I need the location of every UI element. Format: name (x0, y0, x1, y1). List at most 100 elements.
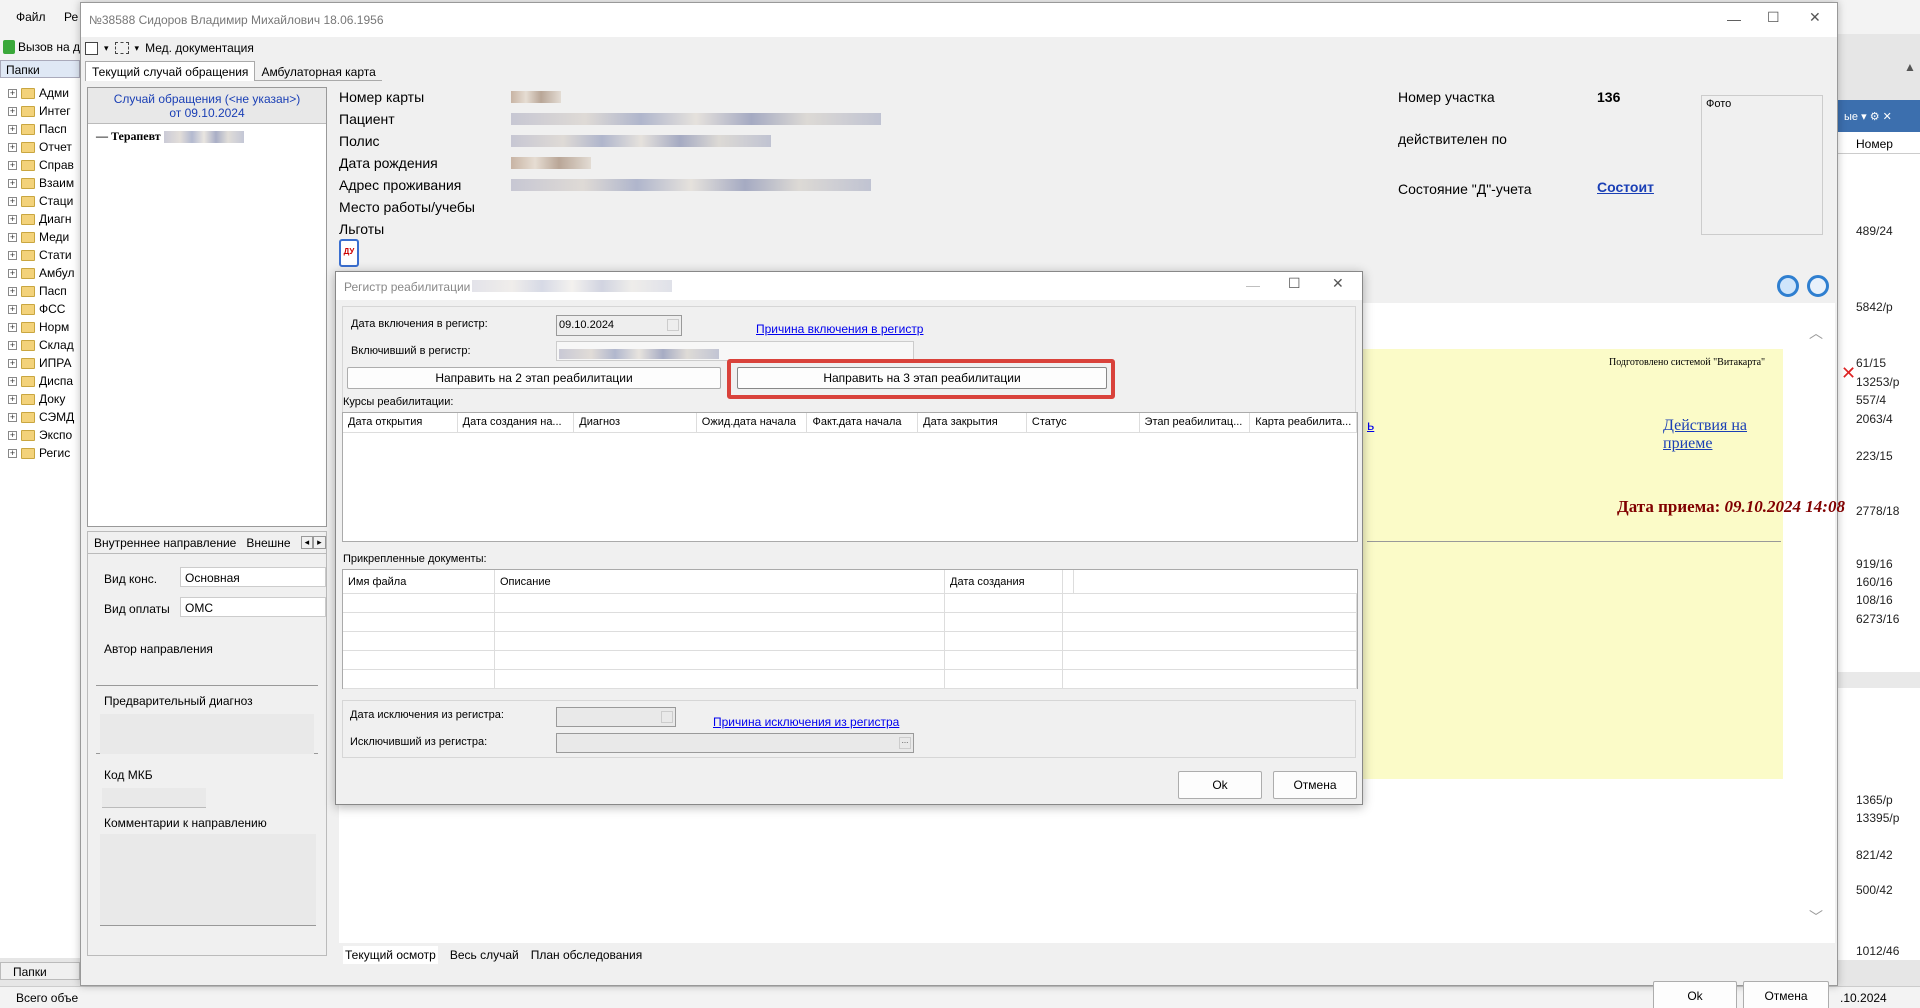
list-item[interactable]: 5842/р (1856, 300, 1893, 314)
list-item[interactable]: 2063/4 (1856, 412, 1893, 426)
table-row[interactable] (343, 632, 1357, 651)
column-header[interactable]: Этап реабилитац... (1140, 413, 1251, 432)
tree-item[interactable]: + Амбул (8, 264, 80, 282)
tab-exam-plan[interactable]: План обследования (531, 948, 643, 962)
include-date-field[interactable]: 09.10.2024 (556, 315, 682, 336)
menu-file[interactable]: Файл (16, 10, 46, 24)
tab-outpatient-card[interactable]: Амбулаторная карта (255, 61, 382, 81)
tree-item[interactable]: + ИПРА (8, 354, 80, 372)
maximize-icon[interactable]: ☐ (1288, 275, 1301, 292)
column-header[interactable]: Дата создания на... (458, 413, 575, 432)
column-header[interactable]: Имя файла (343, 570, 495, 593)
close-icon[interactable]: ✕ (1332, 275, 1344, 292)
tab-current-case[interactable]: Текущий случай обращения (85, 61, 256, 81)
included-by-field[interactable] (556, 341, 914, 361)
list-item[interactable]: 108/16 (1856, 593, 1893, 607)
tab-current-exam[interactable]: Текущий осмотр (343, 946, 438, 964)
call-button[interactable]: Вызов на д (18, 40, 80, 54)
table-row[interactable] (343, 613, 1357, 632)
list-item[interactable]: 160/16 (1856, 575, 1893, 589)
tree-item[interactable]: + Адми (8, 84, 80, 102)
close-x-icon[interactable]: ✕ (1841, 363, 1856, 384)
zoom-in-icon[interactable] (1777, 275, 1799, 297)
tab-whole-case[interactable]: Весь случай (450, 948, 519, 962)
tree-item[interactable]: + Склад (8, 336, 80, 354)
stage3-button[interactable]: Направить на 3 этап реабилитации (737, 367, 1107, 389)
tree-item[interactable]: + Интег (8, 102, 80, 120)
expand-icon[interactable]: + (8, 448, 17, 458)
list-item[interactable]: 919/16 (1856, 557, 1893, 571)
dialog-ok-button[interactable]: Ok (1178, 771, 1262, 799)
list-item[interactable]: 13253/р (1856, 375, 1899, 389)
dropdown-icon[interactable]: ▾ (104, 43, 109, 54)
scroll-up-icon[interactable]: ︿ (1809, 323, 1823, 343)
expand-icon[interactable]: + (8, 394, 17, 404)
column-header[interactable]: Дата открытия (343, 413, 458, 432)
tree-item[interactable]: + Взаим (8, 174, 80, 192)
include-reason-link[interactable]: Причина включения в регистр (756, 322, 923, 336)
tree-item[interactable]: + ФСС (8, 300, 80, 318)
expand-icon[interactable]: + (8, 214, 17, 224)
dropdown-icon[interactable]: ▾ (1861, 111, 1867, 123)
actions-link[interactable]: Действия на приеме (1663, 417, 1783, 453)
expand-icon[interactable]: + (8, 268, 17, 278)
network-icon[interactable] (114, 42, 129, 54)
tree-item[interactable]: + Регис (8, 444, 80, 462)
dropdown-icon[interactable]: ▾ (135, 43, 140, 54)
right-scroll-arrow-icon[interactable]: ▲ (1904, 60, 1916, 74)
d-state-link[interactable]: Состоит (1597, 179, 1654, 195)
expand-icon[interactable]: + (8, 142, 17, 152)
tree-item[interactable]: + Диагн (8, 210, 80, 228)
exclude-date-field[interactable] (556, 707, 676, 727)
exclude-reason-link[interactable]: Причина исключения из регистра (713, 715, 899, 729)
minimize-icon[interactable]: — (1727, 11, 1741, 27)
table-row[interactable] (343, 594, 1357, 613)
expand-icon[interactable]: + (8, 160, 17, 170)
menu-re[interactable]: Ре (64, 10, 78, 24)
column-header[interactable]: Диагноз (574, 413, 697, 432)
comment-field[interactable] (100, 834, 316, 926)
case-doctor-row[interactable]: — Терапевт (88, 124, 326, 149)
column-header[interactable]: Факт.дата начала (807, 413, 919, 432)
document-icon[interactable] (85, 41, 98, 55)
right-combo[interactable]: ые (1844, 111, 1858, 123)
table-row[interactable] (343, 670, 1357, 689)
right-col-header[interactable]: Номер (1838, 134, 1920, 154)
list-item[interactable]: 1012/46 (1856, 944, 1899, 958)
close-icon[interactable]: ✕ (1883, 111, 1892, 123)
expand-icon[interactable]: + (8, 304, 17, 314)
expand-icon[interactable]: + (8, 340, 17, 350)
list-item[interactable]: 13395/р (1856, 811, 1899, 825)
tab-internal-direction[interactable]: Внутреннее направление (94, 536, 236, 550)
expand-icon[interactable]: + (8, 232, 17, 242)
maximize-icon[interactable]: ☐ (1767, 9, 1780, 26)
prelim-field[interactable] (100, 714, 314, 754)
list-item[interactable]: 557/4 (1856, 393, 1886, 407)
list-item[interactable]: 489/24 (1856, 224, 1893, 238)
column-header[interactable]: Ожид.дата начала (697, 413, 808, 432)
tree-item[interactable]: + Стаци (8, 192, 80, 210)
stage2-button[interactable]: Направить на 2 этап реабилитации (347, 367, 721, 389)
tree-item[interactable]: + Экспо (8, 426, 80, 444)
expand-icon[interactable]: + (8, 322, 17, 332)
list-item[interactable]: 500/42 (1856, 883, 1893, 897)
column-header[interactable]: Карта реабилита... (1250, 413, 1357, 432)
close-icon[interactable]: ✕ (1809, 9, 1821, 26)
expand-icon[interactable]: + (8, 376, 17, 386)
expand-icon[interactable]: + (8, 196, 17, 206)
vid-oplaty-field[interactable]: ОМС (180, 597, 326, 617)
folders-tab[interactable]: Папки (0, 60, 80, 78)
tree-item[interactable]: + Отчет (8, 138, 80, 156)
dialog-cancel-button[interactable]: Отмена (1273, 771, 1357, 799)
expand-icon[interactable]: + (8, 106, 17, 116)
tab-scroll-left-icon[interactable]: ◂ (300, 536, 314, 549)
partial-link[interactable]: ь (1367, 417, 1374, 433)
list-item[interactable]: 1365/р (1856, 793, 1893, 807)
tree-item[interactable]: + СЭМД (8, 408, 80, 426)
list-item[interactable]: 2778/18 (1856, 504, 1899, 518)
expand-icon[interactable]: + (8, 412, 17, 422)
column-header[interactable]: Описание (495, 570, 945, 593)
tree-item[interactable]: + Диспа (8, 372, 80, 390)
mkb-field[interactable] (102, 788, 206, 808)
scroll-down-icon[interactable]: ﹀ (1809, 907, 1823, 927)
